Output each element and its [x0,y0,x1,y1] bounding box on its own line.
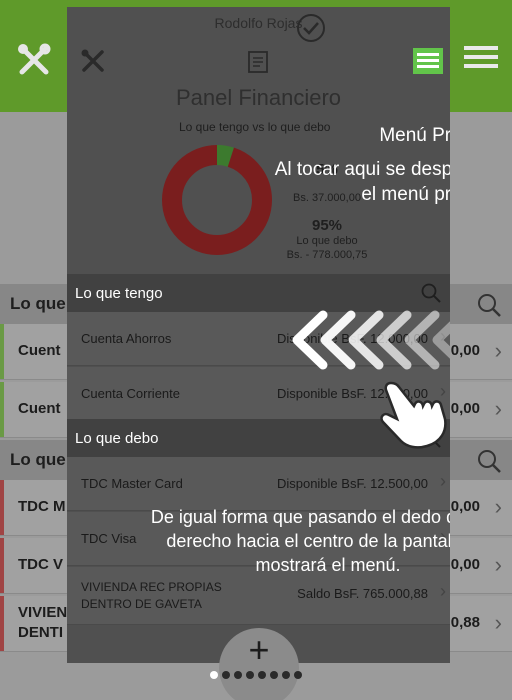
page-dot[interactable] [210,671,218,679]
tools-icon[interactable] [14,40,54,80]
item-amount: 0,88 [450,614,480,631]
app-root: Lo que Cuent 0,00 › Cuent 0,00 › Lo que … [0,0,512,700]
account-available: Disponible BsF. 12.500,00 [276,476,428,491]
item-amount: 0,00 [450,498,480,515]
user-name: Rodolfo Rojas [214,15,303,31]
item-amount: 0,00 [450,400,480,417]
tutorial-menu-title: Menú Principal [379,125,450,146]
chevron-right-icon: › [494,396,502,421]
item-name: TDC V [18,556,63,573]
chevron-right-icon: › [440,471,446,491]
account-name: Cuenta Ahorros [81,331,172,346]
tutorial-panel: Rodolfo Rojas Panel Financiero Lo que te… [67,7,450,663]
chevron-right-icon: › [440,581,446,601]
account-balance: Saldo BsF. 765.000,88 [297,586,428,601]
account-name-line1: VIVIENDA REC PROPIAS [81,580,222,594]
search-icon[interactable] [476,292,502,318]
status-bar [0,382,4,437]
chevron-right-icon: › [494,338,502,363]
chevron-right-icon: › [494,610,502,635]
menu-icon[interactable] [413,48,443,74]
item-amount: 0,00 [450,556,480,573]
donut-chart [162,145,272,255]
document-icon [248,51,268,73]
page-dot[interactable] [222,671,230,679]
tools-icon[interactable] [79,47,107,75]
plus-icon: + [248,629,270,670]
item-name-line2: DENTI [18,624,63,641]
section-header-tengo: Lo que tengo [67,274,450,312]
status-bar [0,596,4,651]
status-bar [0,480,4,535]
donut-slice-1 [162,145,272,255]
section-label: Lo que [10,294,66,313]
account-name-line2: DENTRO DE GAVETA [81,597,202,611]
search-icon[interactable] [420,282,442,304]
account-name: TDC Master Card [81,476,183,491]
tutorial-menu-body: Al tocar aqui se desplegará el menú prin… [274,159,450,205]
page-dot[interactable] [294,671,302,679]
search-icon[interactable] [476,448,502,474]
status-bar [0,538,4,593]
page-dot[interactable] [258,671,266,679]
item-amount: 0,00 [450,342,480,359]
menu-icon[interactable] [464,46,498,68]
chevron-right-icon: › [494,494,502,519]
section-label: Lo que debo [75,430,159,447]
status-bar [0,324,4,379]
add-button[interactable]: + [219,628,299,700]
stat-percent-debo: 95% [311,217,343,234]
tutorial-swipe-text: De igual forma que pasando el dedo de la… [150,507,450,575]
page-dot[interactable] [282,671,290,679]
item-name: TDC M [18,498,66,515]
item-name: Cuent [18,342,61,359]
page-dot[interactable] [246,671,254,679]
account-name: Cuenta Corriente [81,386,180,401]
check-circle-icon [297,14,325,42]
section-label: Lo que tengo [75,285,163,302]
hand-pointer-icon [380,381,447,449]
account-name: TDC Visa [81,531,137,546]
stat-label-debo: Lo que debo [296,235,358,247]
item-name: VIVIEN [18,604,68,621]
section-label: Lo que [10,450,66,469]
page-dot[interactable] [270,671,278,679]
page-dot[interactable] [234,671,242,679]
stat-amount-debo: Bs. - 778.000,75 [286,249,368,261]
page-title: Panel Financiero [175,85,342,110]
item-name: Cuent [18,400,61,417]
page-indicator [0,671,512,683]
account-name: VIVIENDA REC PROPIAS DENTRO DE GAVETA [81,579,222,613]
swipe-arrows-icon [292,310,450,370]
chevron-right-icon: › [494,552,502,577]
list-item[interactable]: TDC Master Card Disponible BsF. 12.500,0… [67,457,450,511]
